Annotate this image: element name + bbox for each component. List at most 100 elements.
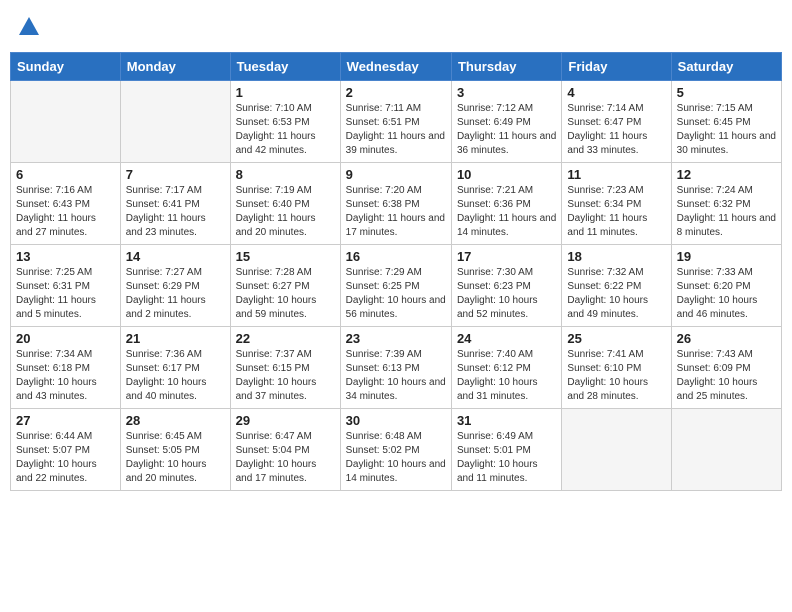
calendar-cell: 19 Sunrise: 7:33 AM Sunset: 6:20 PM Dayli… [671,245,781,327]
calendar-cell: 20 Sunrise: 7:34 AM Sunset: 6:18 PM Dayli… [11,327,121,409]
day-number: 18 [567,249,665,264]
day-number: 21 [126,331,225,346]
weekday-header: Monday [120,53,230,81]
day-number: 5 [677,85,776,100]
calendar-cell: 27 Sunrise: 6:44 AM Sunset: 5:07 PM Dayli… [11,409,121,491]
day-details: Sunrise: 7:10 AM Sunset: 6:53 PM Dayligh… [236,102,335,158]
day-details: Sunrise: 6:44 AM Sunset: 5:07 PM Dayligh… [16,430,115,486]
weekday-header: Friday [562,53,671,81]
calendar-cell: 6 Sunrise: 7:16 AM Sunset: 6:43 PM Daylig… [11,163,121,245]
day-number: 8 [236,167,335,182]
calendar-cell: 3 Sunrise: 7:12 AM Sunset: 6:49 PM Daylig… [451,81,561,163]
day-details: Sunrise: 6:47 AM Sunset: 5:04 PM Dayligh… [236,430,335,486]
day-number: 13 [16,249,115,264]
day-number: 30 [346,413,446,428]
weekday-header: Thursday [451,53,561,81]
day-details: Sunrise: 7:19 AM Sunset: 6:40 PM Dayligh… [236,184,335,240]
day-number: 11 [567,167,665,182]
day-number: 17 [457,249,556,264]
calendar-cell: 31Sunrise: 6:49 AM Sunset: 5:01 PM Dayli… [451,409,561,491]
day-details: Sunrise: 7:24 AM Sunset: 6:32 PM Dayligh… [677,184,776,240]
calendar-cell: 25 Sunrise: 7:41 AM Sunset: 6:10 PM Dayli… [562,327,671,409]
calendar-table: SundayMondayTuesdayWednesdayThursdayFrid… [10,52,782,491]
day-number: 31 [457,413,556,428]
day-details: Sunrise: 7:36 AM Sunset: 6:17 PM Dayligh… [126,348,225,404]
day-details: Sunrise: 7:34 AM Sunset: 6:18 PM Dayligh… [16,348,115,404]
calendar-cell: 26Sunrise: 7:43 AM Sunset: 6:09 PM Dayli… [671,327,781,409]
calendar-cell: 10 Sunrise: 7:21 AM Sunset: 6:36 PM Dayli… [451,163,561,245]
day-number: 15 [236,249,335,264]
calendar-cell [11,81,121,163]
day-details: Sunrise: 7:17 AM Sunset: 6:41 PM Dayligh… [126,184,225,240]
day-number: 28 [126,413,225,428]
day-details: Sunrise: 7:39 AM Sunset: 6:13 PM Dayligh… [346,348,446,404]
calendar-cell: 12 Sunrise: 7:24 AM Sunset: 6:32 PM Dayli… [671,163,781,245]
calendar-cell [562,409,671,491]
day-number: 1 [236,85,335,100]
logo-icon [17,15,41,39]
calendar-cell: 28 Sunrise: 6:45 AM Sunset: 5:05 PM Dayli… [120,409,230,491]
day-details: Sunrise: 7:16 AM Sunset: 6:43 PM Dayligh… [16,184,115,240]
calendar-week-row: 6 Sunrise: 7:16 AM Sunset: 6:43 PM Daylig… [11,163,782,245]
calendar-cell: 18 Sunrise: 7:32 AM Sunset: 6:22 PM Dayli… [562,245,671,327]
calendar-cell [120,81,230,163]
day-details: Sunrise: 7:11 AM Sunset: 6:51 PM Dayligh… [346,102,446,158]
calendar-cell: 29 Sunrise: 6:47 AM Sunset: 5:04 PM Dayli… [230,409,340,491]
calendar-cell: 7 Sunrise: 7:17 AM Sunset: 6:41 PM Daylig… [120,163,230,245]
calendar-cell: 21 Sunrise: 7:36 AM Sunset: 6:17 PM Dayli… [120,327,230,409]
calendar-cell: 8 Sunrise: 7:19 AM Sunset: 6:40 PM Daylig… [230,163,340,245]
day-details: Sunrise: 6:48 AM Sunset: 5:02 PM Dayligh… [346,430,446,486]
weekday-header: Saturday [671,53,781,81]
weekday-header: Sunday [11,53,121,81]
day-number: 22 [236,331,335,346]
calendar-cell: 11Sunrise: 7:23 AM Sunset: 6:34 PM Dayli… [562,163,671,245]
calendar-cell: 15 Sunrise: 7:28 AM Sunset: 6:27 PM Dayli… [230,245,340,327]
day-details: Sunrise: 7:12 AM Sunset: 6:49 PM Dayligh… [457,102,556,158]
day-number: 20 [16,331,115,346]
day-details: Sunrise: 7:40 AM Sunset: 6:12 PM Dayligh… [457,348,556,404]
day-number: 2 [346,85,446,100]
day-number: 6 [16,167,115,182]
calendar-week-row: 27 Sunrise: 6:44 AM Sunset: 5:07 PM Dayli… [11,409,782,491]
day-details: Sunrise: 7:27 AM Sunset: 6:29 PM Dayligh… [126,266,225,322]
calendar-header-row: SundayMondayTuesdayWednesdayThursdayFrid… [11,53,782,81]
day-details: Sunrise: 7:41 AM Sunset: 6:10 PM Dayligh… [567,348,665,404]
day-details: Sunrise: 7:28 AM Sunset: 6:27 PM Dayligh… [236,266,335,322]
day-details: Sunrise: 7:43 AM Sunset: 6:09 PM Dayligh… [677,348,776,404]
calendar-cell: 13Sunrise: 7:25 AM Sunset: 6:31 PM Dayli… [11,245,121,327]
day-details: Sunrise: 7:33 AM Sunset: 6:20 PM Dayligh… [677,266,776,322]
day-details: Sunrise: 6:45 AM Sunset: 5:05 PM Dayligh… [126,430,225,486]
calendar-cell [671,409,781,491]
day-details: Sunrise: 7:37 AM Sunset: 6:15 PM Dayligh… [236,348,335,404]
day-number: 25 [567,331,665,346]
day-number: 12 [677,167,776,182]
day-details: Sunrise: 7:15 AM Sunset: 6:45 PM Dayligh… [677,102,776,158]
calendar-week-row: 1 Sunrise: 7:10 AM Sunset: 6:53 PM Daylig… [11,81,782,163]
day-details: Sunrise: 7:21 AM Sunset: 6:36 PM Dayligh… [457,184,556,240]
calendar-cell: 30 Sunrise: 6:48 AM Sunset: 5:02 PM Dayli… [340,409,451,491]
calendar-cell: 9 Sunrise: 7:20 AM Sunset: 6:38 PM Daylig… [340,163,451,245]
weekday-header: Wednesday [340,53,451,81]
page-header [10,10,782,44]
calendar-cell: 4Sunrise: 7:14 AM Sunset: 6:47 PM Daylig… [562,81,671,163]
day-details: Sunrise: 7:14 AM Sunset: 6:47 PM Dayligh… [567,102,665,158]
day-number: 27 [16,413,115,428]
day-number: 7 [126,167,225,182]
calendar-body: 1 Sunrise: 7:10 AM Sunset: 6:53 PM Daylig… [11,81,782,491]
day-number: 16 [346,249,446,264]
calendar-cell: 16Sunrise: 7:29 AM Sunset: 6:25 PM Dayli… [340,245,451,327]
day-details: Sunrise: 7:32 AM Sunset: 6:22 PM Dayligh… [567,266,665,322]
day-details: Sunrise: 7:20 AM Sunset: 6:38 PM Dayligh… [346,184,446,240]
day-number: 24 [457,331,556,346]
calendar-cell: 5 Sunrise: 7:15 AM Sunset: 6:45 PM Daylig… [671,81,781,163]
day-number: 19 [677,249,776,264]
day-details: Sunrise: 7:30 AM Sunset: 6:23 PM Dayligh… [457,266,556,322]
day-number: 29 [236,413,335,428]
calendar-cell: 24 Sunrise: 7:40 AM Sunset: 6:12 PM Dayli… [451,327,561,409]
day-number: 23 [346,331,446,346]
calendar-cell: 23 Sunrise: 7:39 AM Sunset: 6:13 PM Dayli… [340,327,451,409]
day-number: 10 [457,167,556,182]
day-number: 3 [457,85,556,100]
day-number: 14 [126,249,225,264]
day-number: 9 [346,167,446,182]
